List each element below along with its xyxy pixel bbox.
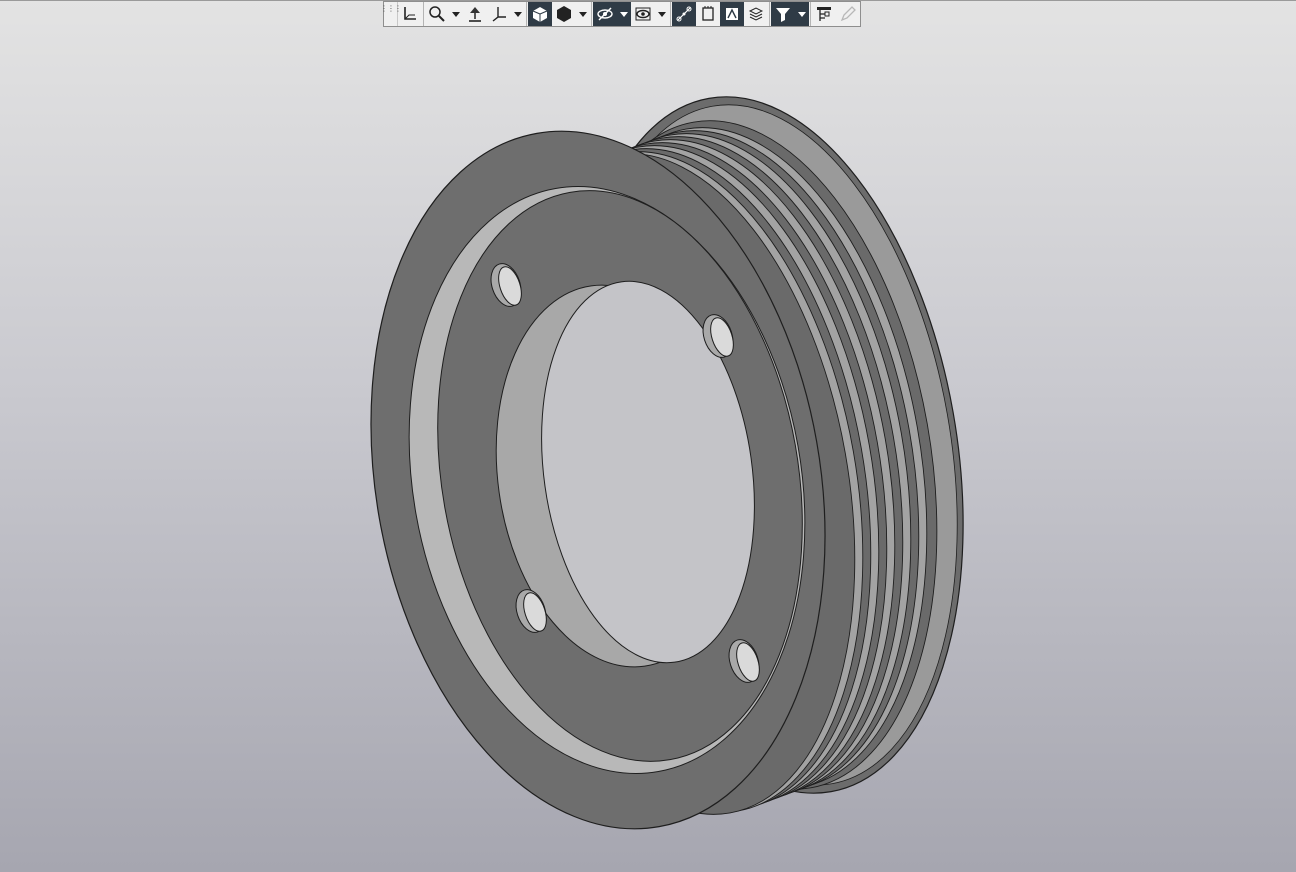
orientation-icon[interactable] [398, 2, 422, 26]
stack-view-icon[interactable] [744, 2, 768, 26]
layers-icon[interactable] [696, 2, 720, 26]
pulley-model[interactable] [0, 0, 1296, 872]
show-icon[interactable] [631, 2, 655, 26]
toolbar-separator [670, 2, 671, 26]
render-mode-dropdown-chevron-icon[interactable] [576, 2, 590, 26]
axes-dropdown-chevron-icon[interactable] [511, 2, 525, 26]
view-toolbar: ⋮⋮⋮ [380, 1, 861, 27]
show-dropdown-chevron-icon[interactable] [655, 2, 669, 26]
3d-viewport[interactable]: ⋮⋮⋮ [0, 0, 1296, 872]
shaded-cube-icon[interactable] [528, 2, 552, 26]
section-view-icon[interactable] [720, 2, 744, 26]
filter-dropdown-chevron-icon[interactable] [795, 2, 809, 26]
toolbar-separator [423, 2, 424, 26]
toolbar-separator [526, 2, 527, 26]
zoom-icon[interactable] [425, 2, 449, 26]
filter-icon[interactable] [771, 2, 795, 26]
toolbar-separator [810, 2, 811, 26]
toolbar-separator [591, 2, 592, 26]
axes-icon[interactable] [487, 2, 511, 26]
tree-settings-icon[interactable] [812, 2, 836, 26]
constraints-icon[interactable] [672, 2, 696, 26]
hide-icon[interactable] [593, 2, 617, 26]
hide-dropdown-chevron-icon[interactable] [617, 2, 631, 26]
rotate-view-icon[interactable] [463, 2, 487, 26]
toolbar-separator [769, 2, 770, 26]
pencil-icon [836, 2, 860, 26]
solid-hexagon-icon[interactable] [552, 2, 576, 26]
zoom-dropdown-chevron-icon[interactable] [449, 2, 463, 26]
toolbar-grip-icon[interactable]: ⋮⋮⋮ [380, 2, 402, 26]
